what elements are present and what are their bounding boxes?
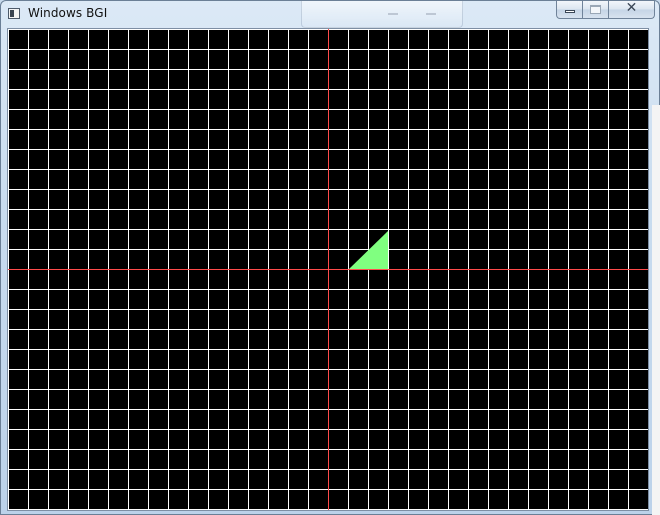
minimize-icon [565,10,575,13]
bgi-window: Windows BGI ✕ [0,0,660,515]
caption-buttons: ✕ [556,0,655,19]
close-button[interactable]: ✕ [609,0,655,19]
maximize-icon [590,5,601,14]
window-title: Windows BGI [28,6,108,20]
title-bar[interactable]: Windows BGI ✕ [1,0,659,27]
bgi-window-icon[interactable] [8,8,20,19]
graphics-canvas[interactable] [7,28,649,511]
desktop-edge [652,105,660,515]
minimize-button[interactable] [556,1,583,19]
maximize-button[interactable] [583,1,609,19]
close-icon: ✕ [625,0,638,16]
graphics-surface [8,29,648,510]
coordinate-axes [8,29,648,510]
